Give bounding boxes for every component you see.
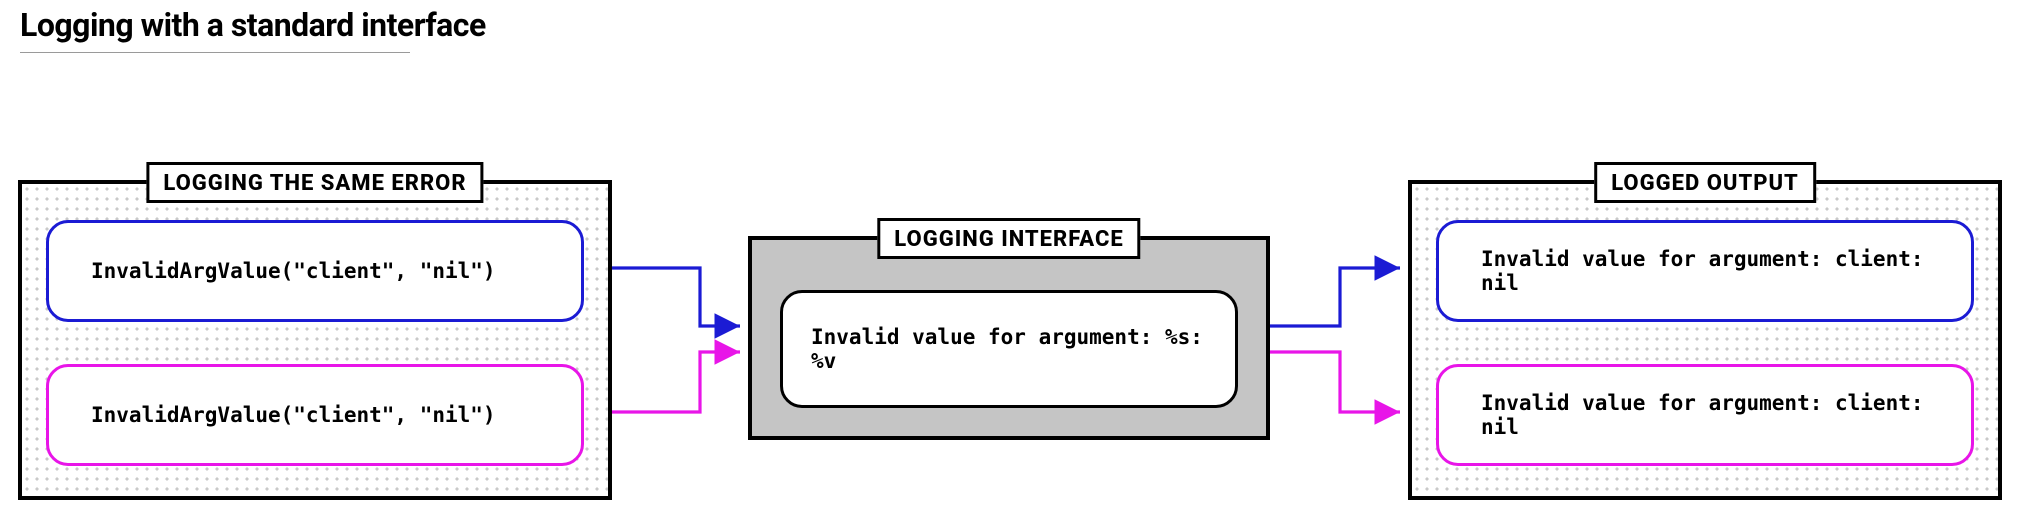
left-codebox-bottom: InvalidArgValue("client", "nil")	[46, 364, 584, 466]
arrow-left-bottom-to-center	[612, 352, 740, 412]
diagram-title: Logging with a standard interface	[20, 6, 486, 44]
panel-logged-output: LOGGED OUTPUT Invalid value for argument…	[1408, 180, 2002, 500]
panel-label-right: LOGGED OUTPUT	[1594, 162, 1816, 203]
panel-label-left: LOGGING THE SAME ERROR	[146, 162, 483, 203]
arrow-center-to-right-bottom	[1270, 352, 1400, 412]
panel-logging-interface: LOGGING INTERFACE Invalid value for argu…	[748, 236, 1270, 440]
arrow-center-to-right-top	[1270, 268, 1400, 326]
right-codebox-top: Invalid value for argument: client: nil	[1436, 220, 1974, 322]
arrow-left-top-to-center	[612, 268, 740, 326]
diagram-canvas: Logging with a standard interface LOGGIN…	[0, 0, 2019, 522]
right-codebox-bottom: Invalid value for argument: client: nil	[1436, 364, 1974, 466]
left-codebox-top: InvalidArgValue("client", "nil")	[46, 220, 584, 322]
center-template-box: Invalid value for argument: %s: %v	[780, 290, 1238, 408]
panel-label-center: LOGGING INTERFACE	[877, 218, 1140, 259]
title-underline	[20, 52, 410, 53]
panel-logging-same-error: LOGGING THE SAME ERROR InvalidArgValue("…	[18, 180, 612, 500]
